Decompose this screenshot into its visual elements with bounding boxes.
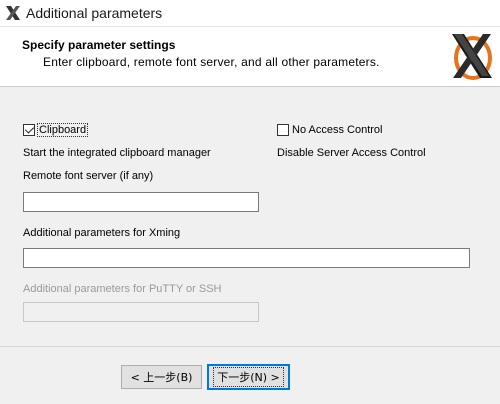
clipboard-checkbox-box[interactable] xyxy=(23,124,35,136)
clipboard-label[interactable]: Clipboard xyxy=(36,123,89,137)
next-button[interactable]: 下一步(N) > xyxy=(207,364,290,390)
clipboard-description: Start the integrated clipboard manager xyxy=(23,147,211,159)
wizard-header: Specify parameter settings Enter clipboa… xyxy=(0,27,500,87)
page-title: Specify parameter settings xyxy=(22,38,176,52)
title-bar: Additional parameters xyxy=(0,0,500,27)
footer-divider xyxy=(0,346,500,347)
xming-params-input[interactable] xyxy=(23,248,470,268)
no-access-control-label[interactable]: No Access Control xyxy=(292,124,382,136)
putty-params-label: Additional parameters for PuTTY or SSH xyxy=(23,283,222,295)
xming-logo-icon xyxy=(452,34,492,80)
clipboard-checkbox[interactable]: Clipboard xyxy=(23,123,89,137)
next-button-label: 下一步(N) > xyxy=(213,367,284,387)
remote-font-server-input[interactable] xyxy=(23,192,259,212)
remote-font-server-label: Remote font server (if any) xyxy=(23,170,154,182)
no-access-control-checkbox[interactable]: No Access Control xyxy=(277,124,382,136)
back-button[interactable]: < 上一步(B) xyxy=(121,365,202,389)
xming-params-label: Additional parameters for Xming xyxy=(23,227,181,239)
xming-x-icon xyxy=(6,6,20,20)
no-access-control-checkbox-box[interactable] xyxy=(277,124,289,136)
page-subtitle: Enter clipboard, remote font server, and… xyxy=(43,55,380,69)
no-access-control-description: Disable Server Access Control xyxy=(277,147,426,159)
window-title: Additional parameters xyxy=(26,5,163,21)
parameters-form: Clipboard Start the integrated clipboard… xyxy=(0,88,500,346)
putty-params-input xyxy=(23,302,259,322)
back-button-label: < 上一步(B) xyxy=(130,371,193,384)
